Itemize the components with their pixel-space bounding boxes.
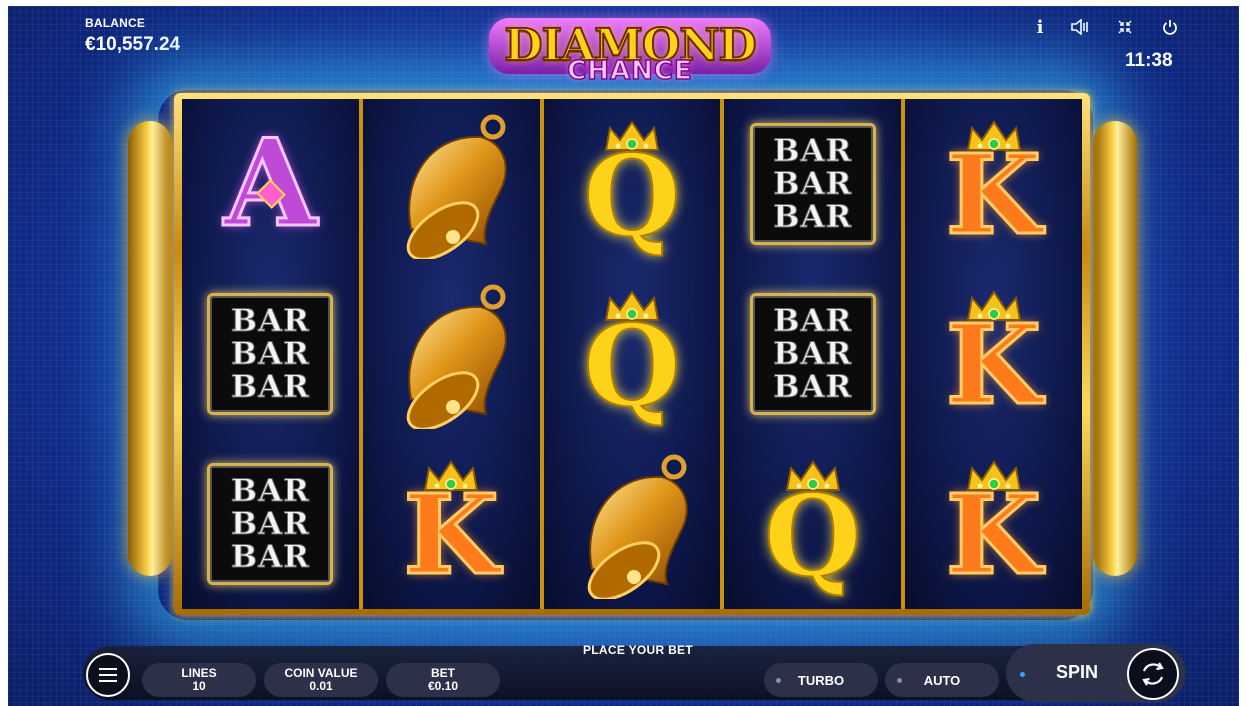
- bar-symbol-text: BAR: [773, 198, 853, 235]
- spin-label: SPIN: [1056, 662, 1099, 682]
- auto-indicator: [897, 678, 902, 683]
- bar-symbol-text: BAR: [230, 302, 310, 339]
- game-logo: DIAMOND CHANCE: [485, 16, 775, 87]
- queen-symbol-letter: Q: [582, 301, 682, 432]
- bell-symbol: [376, 279, 526, 429]
- reel-cell: K: [363, 439, 540, 609]
- queen-symbol: Q: [562, 114, 702, 254]
- bar-symbol: BAR BAR BAR: [207, 293, 334, 415]
- turbo-label: TURBO: [797, 672, 845, 688]
- turbo-toggle[interactable]: TURBO: [764, 663, 878, 697]
- reel-3: QQ: [543, 99, 721, 609]
- logo-subtitle: CHANCE: [566, 55, 693, 87]
- reel-cell: BAR BAR BAR: [724, 269, 901, 439]
- reel-cell: Q: [544, 99, 721, 269]
- reel-cell: K: [905, 439, 1082, 609]
- left-drum: [128, 121, 172, 576]
- reel-cell: Q: [544, 269, 721, 439]
- queen-symbol-letter: Q: [763, 471, 863, 602]
- reel-cell: K: [905, 99, 1082, 269]
- reel-1: ABARBARBARBARBARBAR: [182, 99, 359, 609]
- balance-value: €10,557.24: [85, 34, 181, 55]
- bar-symbol-text: BAR: [773, 165, 853, 202]
- reel-5: KKK: [905, 99, 1082, 609]
- sound-icon[interactable]: [1068, 16, 1092, 38]
- reel-cell: Q: [724, 439, 901, 609]
- spin-button[interactable]: [1127, 648, 1179, 700]
- king-symbol: K: [924, 114, 1064, 254]
- bell-symbol: [376, 109, 526, 259]
- bar-symbol-text: BAR: [230, 505, 310, 542]
- auto-label: AUTO: [923, 672, 961, 688]
- balance-label: BALANCE: [85, 16, 146, 30]
- bell-symbol: [557, 449, 707, 599]
- reels-area: ABARBARBARBARBARBARKQQBARBARBARBARBARBAR…: [182, 99, 1082, 609]
- bar-symbol: BAR BAR BAR: [749, 293, 876, 415]
- king-symbol-letter: K: [944, 300, 1043, 429]
- game-screen: BALANCE €10,557.24 i 11:38 ABARBARBARBAR…: [8, 6, 1239, 706]
- bar-symbol-text: BAR: [230, 472, 310, 509]
- king-symbol-letter: K: [944, 130, 1043, 259]
- reel-cell: [363, 269, 540, 439]
- queen-symbol-letter: Q: [582, 131, 682, 262]
- king-symbol: K: [381, 454, 521, 594]
- menu-button[interactable]: [86, 653, 130, 697]
- bar-symbol: BAR BAR BAR: [207, 463, 334, 585]
- bar-symbol: BAR BAR BAR: [749, 123, 876, 245]
- bar-symbol-text: BAR: [773, 132, 853, 169]
- reel-cell: [544, 439, 721, 609]
- reel-cell: A: [182, 99, 359, 269]
- queen-symbol: Q: [743, 454, 883, 594]
- auto-toggle[interactable]: AUTO: [885, 663, 999, 697]
- lines-value: 10: [192, 679, 206, 693]
- power-icon[interactable]: [1158, 16, 1182, 38]
- king-symbol: K: [924, 284, 1064, 424]
- bar-symbol-text: BAR: [230, 368, 310, 405]
- king-symbol-letter: K: [944, 470, 1043, 599]
- king-symbol-letter: K: [402, 470, 501, 599]
- reel-cell: [363, 99, 540, 269]
- bet-value: €0.10: [427, 679, 459, 693]
- spin-indicator: [1020, 672, 1025, 677]
- fullscreen-icon[interactable]: [1113, 16, 1137, 38]
- bar-symbol-text: BAR: [230, 335, 310, 372]
- ace-symbol: A: [200, 114, 340, 254]
- lines-selector[interactable]: LINES 10: [142, 663, 256, 697]
- reel-cell: BAR BAR BAR: [182, 269, 359, 439]
- clock: 11:38: [1125, 50, 1173, 71]
- reel-cell: BAR BAR BAR: [724, 99, 901, 269]
- king-symbol: K: [924, 454, 1064, 594]
- bar-symbol-text: BAR: [230, 538, 310, 575]
- coin-value-selector[interactable]: COIN VALUE 0.01: [264, 663, 378, 697]
- reel-2: K: [362, 99, 540, 609]
- bet-selector[interactable]: BET €0.10: [386, 663, 500, 697]
- bar-symbol-text: BAR: [773, 302, 853, 339]
- control-bar: PLACE YOUR BET LINES 10 COIN VALUE 0.01 …: [83, 640, 1193, 702]
- right-drum: [1093, 121, 1137, 576]
- turbo-indicator: [776, 678, 781, 683]
- reel-cell: K: [905, 269, 1082, 439]
- coin-value: 0.01: [309, 679, 333, 693]
- bar-symbol-text: BAR: [773, 368, 853, 405]
- queen-symbol: Q: [562, 284, 702, 424]
- reel-4: BAR BAR BAR BAR BAR BAR Q: [724, 99, 902, 609]
- hamburger-icon: [99, 668, 117, 682]
- reel-cell: BAR BAR BAR: [182, 439, 359, 609]
- refresh-icon: [1142, 662, 1164, 686]
- bar-symbol-text: BAR: [773, 335, 853, 372]
- info-icon[interactable]: i: [1028, 16, 1052, 38]
